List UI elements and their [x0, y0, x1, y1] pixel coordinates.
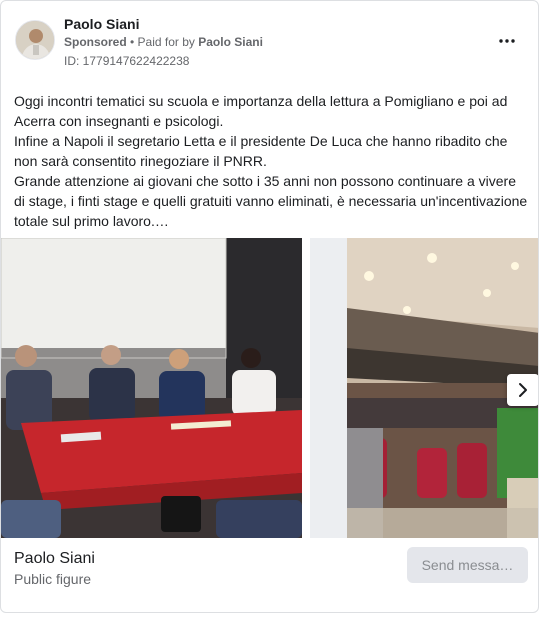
sponsored-line: Sponsored • Paid for by Paolo Siani — [64, 35, 263, 49]
chevron-right-icon — [519, 383, 527, 397]
carousel-image-1[interactable] — [1, 238, 302, 538]
footer-category: Public figure — [14, 571, 92, 587]
post-body: Oggi incontri tematici su scuola e impor… — [14, 91, 530, 231]
page-name-link[interactable]: Paolo Siani — [64, 16, 139, 32]
more-horizontal-icon — [499, 39, 515, 43]
send-message-button[interactable]: Send messa… — [407, 547, 528, 583]
more-options-button[interactable] — [493, 29, 521, 53]
avatar[interactable] — [15, 20, 55, 60]
image-carousel[interactable] — [1, 238, 538, 538]
separator: • — [126, 35, 138, 49]
body-line-1: Oggi incontri tematici su scuola e impor… — [14, 93, 508, 129]
body-line-2: Infine a Napoli il segretario Letta e il… — [14, 133, 508, 169]
carousel-next-button[interactable] — [507, 374, 538, 406]
sponsored-label: Sponsored — [64, 35, 127, 49]
ad-card: Paolo Siani Sponsored • Paid for by Paol… — [0, 0, 539, 613]
footer-page-name[interactable]: Paolo Siani — [14, 550, 95, 568]
ad-id: ID: 1779147622422238 — [64, 54, 190, 68]
body-line-3[interactable]: Grande attenzione ai giovani che sotto i… — [14, 171, 530, 231]
post-header: Paolo Siani Sponsored • Paid for by Paol… — [1, 1, 538, 81]
paid-for-prefix: Paid for by — [137, 35, 199, 49]
paid-for-name[interactable]: Paolo Siani — [198, 35, 263, 49]
carousel-gap — [310, 238, 347, 538]
